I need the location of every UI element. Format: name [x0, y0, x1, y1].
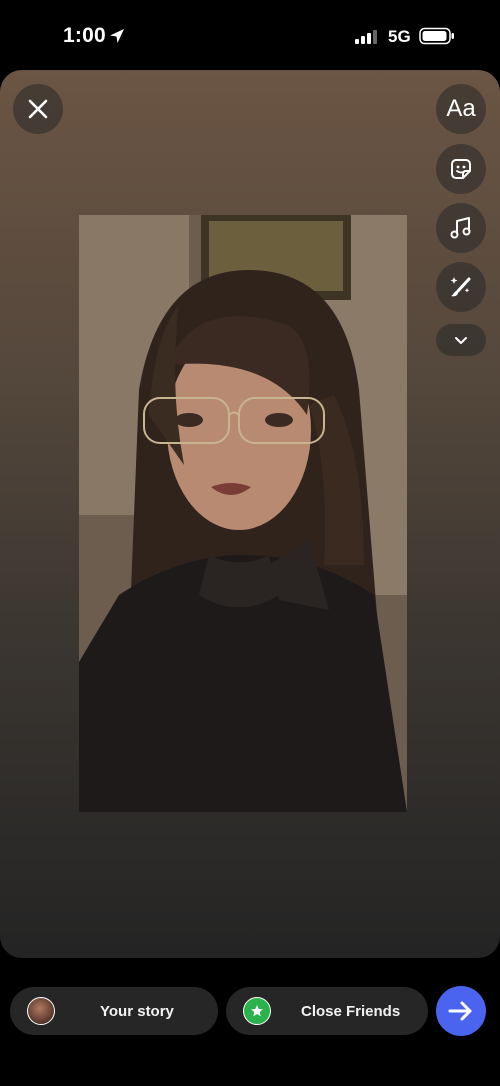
effects-brush-icon — [450, 277, 471, 297]
music-icon — [450, 217, 471, 239]
story-photo[interactable] — [79, 215, 407, 812]
share-next-button[interactable] — [436, 986, 486, 1036]
status-time: 1:00 — [63, 24, 106, 47]
sticker-icon — [451, 159, 471, 179]
location-arrow-icon — [110, 29, 124, 43]
music-button[interactable] — [436, 203, 486, 253]
close-friends-star-icon — [243, 997, 271, 1025]
status-bar: 1:00 5G — [0, 0, 500, 70]
text-tool-label: Aa — [446, 95, 476, 122]
arrow-right-icon — [448, 1001, 472, 1021]
close-icon — [28, 99, 48, 119]
story-editor-canvas: Aa — [0, 70, 500, 958]
cellular-signal-icon — [355, 30, 377, 44]
close-friends-label: Close Friends — [301, 1002, 401, 1020]
your-story-button[interactable]: Your story — [10, 987, 218, 1035]
text-tool-button[interactable]: Aa — [436, 84, 486, 134]
chevron-down-icon — [455, 337, 467, 344]
close-friends-button[interactable]: Close Friends — [226, 987, 428, 1035]
battery-icon — [419, 27, 454, 45]
close-button[interactable] — [13, 84, 63, 134]
network-type: 5G — [388, 27, 411, 46]
sticker-button[interactable] — [436, 144, 486, 194]
more-tools-button[interactable] — [436, 324, 486, 356]
avatar — [27, 997, 55, 1025]
share-bar: Your story Close Friends — [0, 958, 500, 1086]
your-story-label: Your story — [100, 1002, 174, 1020]
portrait-image — [79, 215, 407, 812]
effects-button[interactable] — [436, 262, 486, 312]
